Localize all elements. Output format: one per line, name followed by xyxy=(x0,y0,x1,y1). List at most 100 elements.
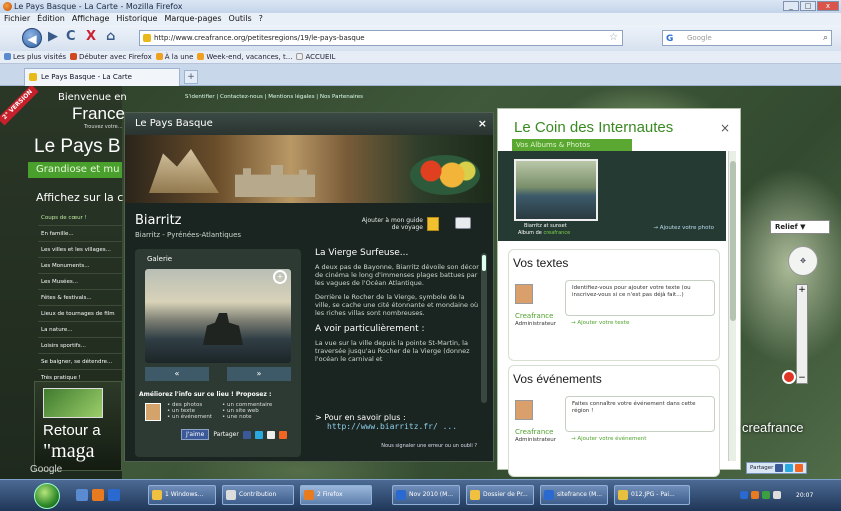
category-item[interactable]: Les villes et les villages... xyxy=(38,242,122,258)
menu-edition[interactable]: Édition xyxy=(37,13,65,25)
network-icon[interactable] xyxy=(762,491,770,499)
search-bar[interactable]: G Google ⌕ xyxy=(662,30,832,46)
taskbar-item[interactable]: Dossier de Pr... xyxy=(466,485,534,505)
ie-quicklaunch-icon[interactable] xyxy=(108,489,120,501)
scroll-thumb[interactable] xyxy=(482,255,486,271)
add-photo-link[interactable]: → Ajoutez votre photo xyxy=(653,225,714,231)
menu-historique[interactable]: Historique xyxy=(116,13,157,25)
volume-icon[interactable] xyxy=(773,491,781,499)
album-owner-link[interactable]: creafrance xyxy=(543,230,570,236)
print-icon[interactable] xyxy=(455,217,471,229)
bookmark-star-icon[interactable]: ☆ xyxy=(609,31,618,45)
taskbar-item[interactable]: 1 Windows... xyxy=(148,485,216,505)
highlights-paragraph: La vue sur la ville depuis la pointe St-… xyxy=(315,339,470,363)
new-tab-button[interactable]: + xyxy=(184,70,198,84)
twitter-icon[interactable] xyxy=(254,430,263,439)
category-item[interactable]: Coups de cœur ! xyxy=(38,210,122,226)
guide-book-icon[interactable] xyxy=(427,217,439,231)
search-icon[interactable]: ⌕ xyxy=(823,31,828,45)
category-item[interactable]: Lieux de tournages de film xyxy=(38,306,122,322)
taskbar-item[interactable]: 2 Firefox xyxy=(300,485,372,505)
category-item[interactable]: Fêtes & festivals... xyxy=(38,290,122,306)
add-text-link[interactable]: → Ajouter votre texte xyxy=(571,320,629,326)
window-controls: _ □ x xyxy=(783,1,839,11)
show-desktop-icon[interactable] xyxy=(76,489,88,501)
gallery-photo[interactable] xyxy=(145,269,291,363)
category-item[interactable]: Les Musées... xyxy=(38,274,122,290)
forward-button[interactable]: ▶ xyxy=(48,29,58,44)
stop-button[interactable]: X xyxy=(86,29,96,44)
twitter-icon[interactable] xyxy=(785,464,794,472)
description-scrollbar[interactable] xyxy=(481,253,487,403)
menu-affichage[interactable]: Affichage xyxy=(72,13,110,25)
magazine-promo[interactable]: Retour a "maga xyxy=(34,381,122,471)
contribute-event-link[interactable]: • un événement xyxy=(167,414,212,420)
bookmark-item[interactable]: Débuter avec Firefox xyxy=(70,51,152,63)
bookmark-item[interactable]: À la une xyxy=(155,51,193,63)
album-thumbnail[interactable] xyxy=(514,159,598,221)
close-window-button[interactable]: x xyxy=(817,1,839,11)
facebook-icon[interactable] xyxy=(242,430,251,439)
tray-app-icon[interactable] xyxy=(751,491,759,499)
user-name[interactable]: Creafrance xyxy=(515,312,553,320)
brand-logo[interactable]: France xyxy=(72,104,125,124)
menu-marque-pages[interactable]: Marque-pages xyxy=(164,13,221,25)
firefox-quicklaunch-icon[interactable] xyxy=(92,489,104,501)
clock[interactable]: 20:07 xyxy=(796,492,813,499)
map-type-select[interactable]: Relief ▼ xyxy=(770,220,830,234)
navigation-toolbar: ◀ ▶ C X ⌂ http://www.creafrance.org/peti… xyxy=(0,25,841,51)
tab-le-pays-basque[interactable]: Le Pays Basque - La Carte xyxy=(24,68,180,86)
bookmark-item[interactable]: Week-end, vacances, t... xyxy=(197,51,292,63)
website-link[interactable]: http://www.biarritz.fr/ ... xyxy=(327,422,481,431)
contribute-rating-link[interactable]: • une note xyxy=(222,414,272,420)
map-pan-control[interactable]: ✥ xyxy=(788,246,818,276)
taskbar-item[interactable]: sitefrance (M... xyxy=(540,485,608,505)
taskbar-item[interactable]: 012.JPG - Pai... xyxy=(614,485,690,505)
place-description: La Vierge Surfeuse... A deux pas de Bayo… xyxy=(315,249,481,369)
category-item[interactable]: Se baigner, se détendre... xyxy=(38,354,122,370)
albums-subtitle[interactable]: Vos Albums & Photos xyxy=(512,139,632,151)
bookmark-item[interactable]: Les plus visités xyxy=(4,51,66,63)
menu-fichier[interactable]: Fichier xyxy=(4,13,30,25)
user-name[interactable]: Creafrance xyxy=(515,428,553,436)
category-item[interactable]: La nature... xyxy=(38,322,122,338)
add-event-link[interactable]: → Ajouter votre événement xyxy=(571,436,646,442)
map-zoom-slider[interactable]: + − xyxy=(796,284,808,384)
report-error-link[interactable]: Nous signaler une erreur ou un oubli ? xyxy=(381,443,477,449)
minimize-button[interactable]: _ xyxy=(783,1,799,11)
category-item[interactable]: Les Monuments... xyxy=(38,258,122,274)
start-button[interactable] xyxy=(34,483,60,509)
zoom-icon[interactable]: + xyxy=(273,270,287,284)
welcome-text: Bienvenue en xyxy=(58,92,127,103)
menu-help[interactable]: ? xyxy=(259,13,263,25)
close-community-button[interactable]: × xyxy=(720,121,730,135)
facebook-like-button[interactable]: J'aime xyxy=(181,429,210,440)
share-plus-icon[interactable] xyxy=(278,430,287,439)
back-button[interactable]: ◀ xyxy=(22,28,42,48)
share-plus-icon[interactable] xyxy=(795,464,804,472)
category-item[interactable]: Loisirs sportifs... xyxy=(38,338,122,354)
zoom-out-button[interactable]: − xyxy=(797,373,807,383)
category-item[interactable]: En famille... xyxy=(38,226,122,242)
home-button[interactable]: ⌂ xyxy=(106,29,115,44)
facebook-icon[interactable] xyxy=(775,464,784,472)
scroll-thumb[interactable] xyxy=(730,161,736,321)
user-role: Administrateur xyxy=(515,321,556,327)
next-photo-button[interactable]: » xyxy=(227,367,291,381)
language-icon[interactable] xyxy=(740,491,748,499)
map-marker-icon[interactable] xyxy=(782,370,796,384)
zoom-in-button[interactable]: + xyxy=(797,285,807,295)
community-scrollbar[interactable] xyxy=(728,151,736,461)
top-links[interactable]: S'identifier | Contactez-nous | Mentions… xyxy=(185,94,363,100)
url-bar[interactable]: http://www.creafrance.org/petitesregions… xyxy=(139,30,623,46)
maximize-button[interactable]: □ xyxy=(800,1,816,11)
previous-photo-button[interactable]: « xyxy=(145,367,209,381)
add-to-guide-link[interactable]: Ajouter à mon guide de voyage xyxy=(357,217,423,231)
taskbar-item[interactable]: Nov 2010 (M... xyxy=(392,485,460,505)
email-icon[interactable] xyxy=(266,430,275,439)
reload-button[interactable]: C xyxy=(66,29,76,44)
taskbar-item[interactable]: Contribution xyxy=(222,485,294,505)
menu-outils[interactable]: Outils xyxy=(229,13,252,25)
bookmark-item[interactable]: ACCUEIL xyxy=(296,51,335,63)
close-panel-button[interactable]: × xyxy=(478,113,487,135)
